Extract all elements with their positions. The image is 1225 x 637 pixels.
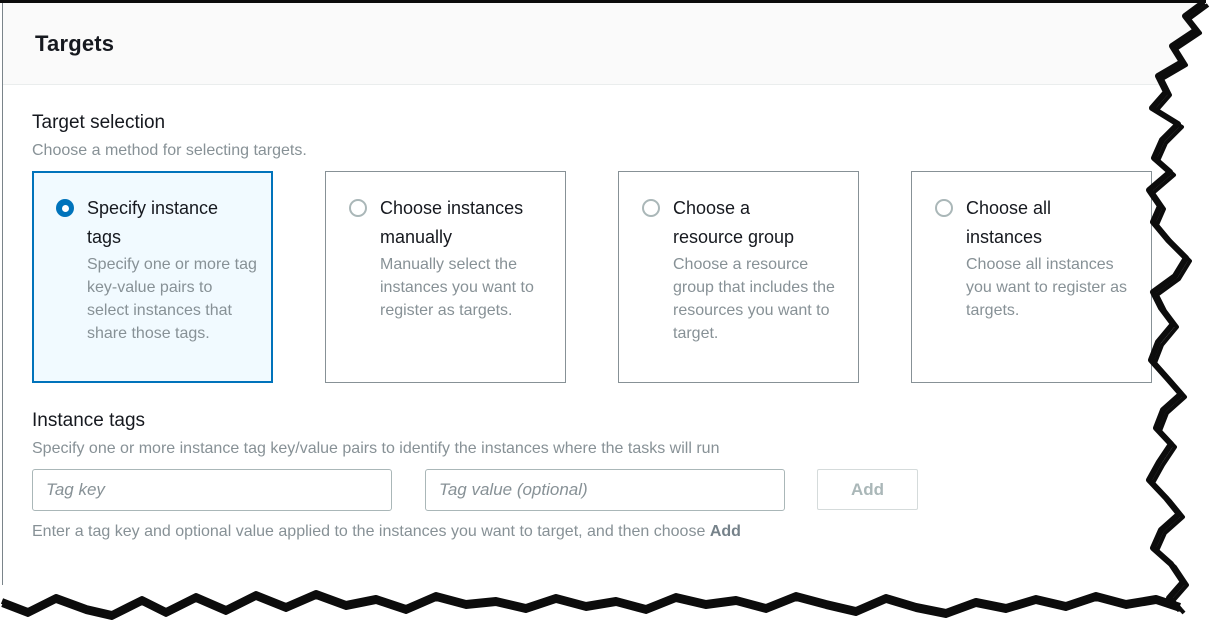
tag-helper-text-emphasis: Add — [710, 523, 741, 540]
tag-key-input[interactable] — [32, 469, 392, 511]
radio-unselected-icon[interactable] — [935, 199, 953, 217]
option-description: Choose all instances you want to registe… — [966, 253, 1136, 322]
option-label: Choose a resource group — [673, 194, 825, 252]
option-card-choose-resource-group[interactable]: Choose a resource group Choose a resourc… — [618, 171, 859, 383]
option-label: Choose instances manually — [380, 194, 532, 252]
radio-unselected-icon[interactable] — [349, 199, 367, 217]
panel-header: Targets — [3, 3, 1203, 85]
option-description: Choose a resource group that includes th… — [673, 253, 843, 345]
option-card-text: Choose a resource group Choose a resourc… — [673, 194, 843, 345]
option-card-choose-instances-manually[interactable]: Choose instances manually Manually selec… — [325, 171, 566, 383]
tag-value-input[interactable] — [425, 469, 785, 511]
option-description: Specify one or more tag key-value pairs … — [87, 253, 257, 345]
panel-title: Targets — [35, 31, 114, 57]
tag-helper-text-body: Enter a tag key and optional value appli… — [32, 523, 705, 540]
panel-body: Target selection Choose a method for sel… — [3, 85, 1203, 542]
instance-tags-section: Instance tags Specify one or more instan… — [32, 409, 1203, 542]
target-selection-description: Choose a method for selecting targets. — [32, 140, 1203, 161]
option-card-text: Choose all instances Choose all instance… — [966, 194, 1136, 322]
target-selection-heading: Target selection — [32, 111, 1203, 135]
option-card-specify-instance-tags[interactable]: Specify instance tags Specify one or mor… — [32, 171, 273, 383]
option-card-text: Specify instance tags Specify one or mor… — [87, 194, 257, 345]
radio-selected-icon[interactable] — [56, 199, 74, 217]
option-label: Choose all instances — [966, 194, 1118, 252]
targets-panel: Targets Target selection Choose a method… — [2, 3, 1203, 585]
radio-unselected-icon[interactable] — [642, 199, 660, 217]
instance-tags-heading: Instance tags — [32, 409, 1203, 433]
option-card-text: Choose instances manually Manually selec… — [380, 194, 550, 322]
target-selection-options: Specify instance tags Specify one or mor… — [32, 171, 1203, 383]
add-button[interactable]: Add — [817, 469, 918, 510]
instance-tags-description: Specify one or more instance tag key/val… — [32, 438, 1203, 459]
option-label: Specify instance tags — [87, 194, 239, 252]
tag-input-row: Add — [32, 469, 1203, 511]
target-selection-section: Target selection Choose a method for sel… — [32, 111, 1203, 383]
tag-helper-text: Enter a tag key and optional value appli… — [32, 521, 1203, 542]
option-card-choose-all-instances[interactable]: Choose all instances Choose all instance… — [911, 171, 1152, 383]
option-description: Manually select the instances you want t… — [380, 253, 550, 322]
screenshot-page: Targets Target selection Choose a method… — [0, 0, 1225, 637]
